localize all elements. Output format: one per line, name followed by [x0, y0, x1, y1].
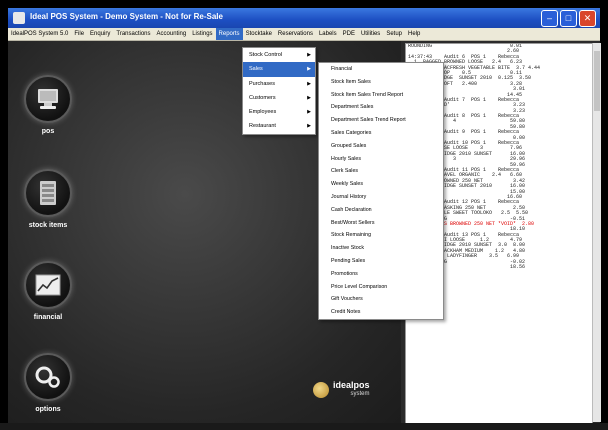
menu-labels[interactable]: Labels — [316, 28, 340, 40]
sales-menu-item-promotions[interactable]: Promotions — [319, 268, 443, 281]
submenu-arrow-icon: ▶ — [307, 80, 311, 87]
sales-menu-item-stock-remaining[interactable]: Stock Remaining — [319, 229, 443, 242]
menu-item-label: Sales — [249, 66, 263, 73]
reports-menu-item-purchases[interactable]: Purchases ▶ — [243, 77, 315, 91]
menu-reservations[interactable]: Reservations — [275, 28, 316, 40]
menu-idealpos-system-5-0[interactable]: IdealPOS System 5.0 — [8, 28, 71, 40]
chart-icon — [24, 261, 72, 309]
menu-item-label: Employees — [249, 109, 277, 116]
reports-menu: Stock Control ▶ Sales ▶ Purchases ▶ Customers ▶… — [242, 47, 316, 135]
menu-item-label: Customers — [249, 94, 276, 101]
sales-menu-item-stock-item-sales[interactable]: Stock Item Sales — [319, 76, 443, 89]
sales-menu-item-price-level-comparison[interactable]: Price Level Comparison — [319, 281, 443, 294]
menu-utilities[interactable]: Utilities — [358, 28, 383, 40]
reports-menu-item-sales[interactable]: Sales ▶ — [243, 62, 315, 77]
launcher-label: stock items — [28, 222, 68, 229]
database-icon — [24, 169, 72, 217]
computer-icon — [24, 75, 72, 123]
sales-menu-item-inactive-stock[interactable]: Inactive Stock — [319, 242, 443, 255]
menu-item-label: Stock Control — [249, 52, 283, 58]
sales-menu-item-hourly-sales[interactable]: Hourly Sales — [319, 153, 443, 166]
app-icon — [13, 12, 25, 24]
launcher-pos[interactable]: pos — [18, 75, 78, 135]
launcher-options[interactable]: options — [18, 353, 78, 413]
menu-reports[interactable]: Reports — [215, 28, 243, 40]
sales-menu-item-stock-item-sales-trend-report[interactable]: Stock Item Sales Trend Report — [319, 89, 443, 102]
window-controls: – □ ✕ — [541, 10, 596, 27]
sales-menu-item-department-sales-trend-report[interactable]: Department Sales Trend Report — [319, 114, 443, 127]
reports-menu-item-employees[interactable]: Employees ▶ — [243, 105, 315, 119]
submenu-arrow-icon: ▶ — [307, 123, 311, 130]
submenu-arrow-icon: ▶ — [307, 66, 311, 73]
sales-menu-item-clerk-sales[interactable]: Clerk Sales — [319, 165, 443, 178]
menu-pde[interactable]: PDE — [340, 28, 358, 40]
menu-help[interactable]: Help — [405, 28, 423, 40]
title-bar[interactable]: Ideal POS System - Demo System - Not for… — [8, 8, 600, 28]
minimize-button[interactable]: – — [541, 10, 558, 27]
menu-enquiry[interactable]: Enquiry — [87, 28, 113, 40]
menu-setup[interactable]: Setup — [383, 28, 405, 40]
reports-menu-item-stock-control[interactable]: Stock Control ▶ — [243, 48, 315, 62]
submenu-arrow-icon: ▶ — [307, 109, 311, 116]
menu-transactions[interactable]: Transactions — [113, 28, 153, 40]
sales-menu-item-journal-history[interactable]: Journal History — [319, 191, 443, 204]
menu-stocktake[interactable]: Stocktake — [243, 28, 275, 40]
menu-item-label: Purchases — [249, 80, 275, 87]
sales-menu-item-credit-notes[interactable]: Credit Notes — [319, 306, 443, 319]
brand-sub: system — [350, 391, 370, 397]
launcher-label: pos — [41, 128, 55, 135]
sales-menu-item-financial[interactable]: Financial — [319, 63, 443, 76]
app-window: Ideal POS System - Demo System - Not for… — [8, 8, 601, 424]
receipt-scrollbar[interactable] — [592, 43, 601, 422]
sales-menu-item-best-worst-sellers[interactable]: Best/Worst Sellers — [319, 217, 443, 230]
scrollbar-thumb[interactable] — [594, 51, 600, 111]
window-title: Ideal POS System - Demo System - Not for… — [30, 12, 223, 21]
menu-item-label: Restaurant — [249, 123, 276, 130]
brand-logo: idealpos system — [313, 381, 370, 399]
status-bar — [0, 423, 608, 430]
logo-icon — [313, 382, 329, 398]
sales-menu-item-sales-categories[interactable]: Sales Categories — [319, 127, 443, 140]
sales-menu-item-cash-declaration[interactable]: Cash Declaration — [319, 204, 443, 217]
launcher-stock-items[interactable]: stock items — [18, 169, 78, 229]
brand-name: idealpos — [333, 380, 370, 390]
sales-menu-item-weekly-sales[interactable]: Weekly Sales — [319, 178, 443, 191]
launcher-label: financial — [33, 314, 63, 321]
launcher-label: options — [35, 406, 61, 413]
sales-menu-item-pending-sales[interactable]: Pending Sales — [319, 255, 443, 268]
submenu-arrow-icon: ▶ — [307, 52, 311, 58]
reports-menu-item-restaurant[interactable]: Restaurant ▶ — [243, 119, 315, 133]
sales-menu-item-gift-vouchers[interactable]: Gift Vouchers — [319, 293, 443, 306]
reports-menu-item-customers[interactable]: Customers ▶ — [243, 91, 315, 105]
sales-submenu: Financial Stock Item Sales Stock Item Sale… — [318, 62, 444, 320]
menu-listings[interactable]: Listings — [189, 28, 215, 40]
gears-icon — [24, 353, 72, 401]
menu-bar: IdealPOS System 5.0 File Enquiry Transactio… — [8, 28, 600, 41]
sales-menu-item-department-sales[interactable]: Department Sales — [319, 101, 443, 114]
menu-file[interactable]: File — [71, 28, 87, 40]
close-button[interactable]: ✕ — [579, 10, 596, 27]
launcher-financial[interactable]: financial — [18, 261, 78, 321]
submenu-arrow-icon: ▶ — [307, 94, 311, 101]
menu-accounting[interactable]: Accounting — [154, 28, 190, 40]
sales-menu-item-grouped-sales[interactable]: Grouped Sales — [319, 140, 443, 153]
maximize-button[interactable]: □ — [560, 10, 577, 27]
